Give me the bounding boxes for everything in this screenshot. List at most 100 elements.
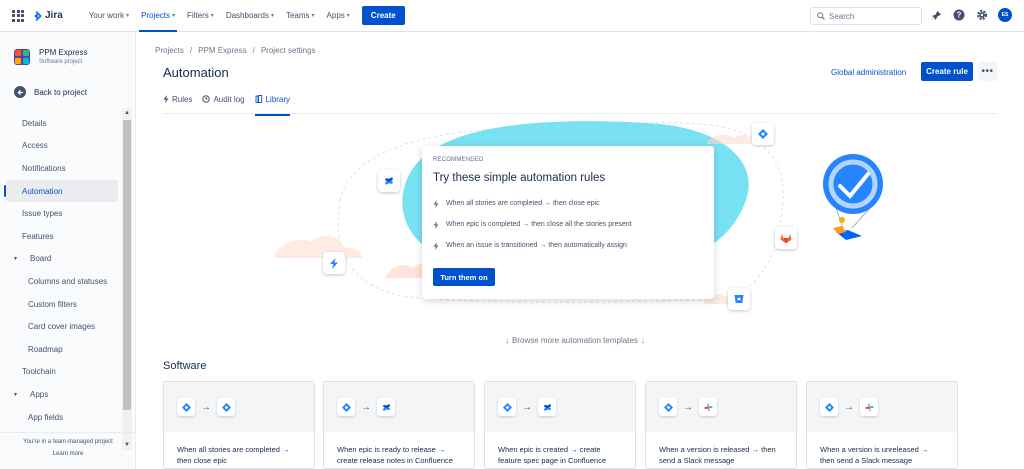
chevron-down-icon: ▾ <box>14 256 18 263</box>
jira-icon <box>820 398 838 416</box>
create-button[interactable]: Create <box>361 6 405 25</box>
sidebar-item-notifications[interactable]: Notifications <box>0 157 122 180</box>
sidebar-item-toolchain[interactable]: Toolchain <box>0 361 122 384</box>
sidebar-item-custom-filters[interactable]: Custom filters <box>0 293 122 316</box>
bitbucket-icon <box>728 288 750 310</box>
arrow-right-icon: → <box>361 401 371 413</box>
search-icon <box>817 12 825 20</box>
card-text-line: When a version is released → then <box>659 445 776 454</box>
nav-projects[interactable]: Projects ▾ <box>135 0 181 32</box>
card-text-line: send a Slack message <box>659 456 735 465</box>
template-card[interactable]: → When a version is unreleased → then sen… <box>806 381 958 469</box>
recommended-label: RECOMMENDED <box>433 157 484 163</box>
template-card[interactable]: → When epic is created → create feature s… <box>484 381 636 469</box>
tab-label: Audit log <box>213 95 245 104</box>
recommended-rule-text: When epic is completed → then close all … <box>446 221 632 228</box>
chevron-down-icon: ▾ <box>346 13 350 19</box>
breadcrumb-projects[interactable]: Projects <box>155 46 184 55</box>
tab-label: Rules <box>172 95 193 104</box>
breadcrumb-project[interactable]: PPM Express <box>198 46 246 55</box>
sidebar-item-app-fields[interactable]: App fields <box>0 406 122 422</box>
tab-label: Library <box>265 95 291 104</box>
recommended-rules-card: RECOMMENDED Try these simple automation … <box>422 146 714 299</box>
template-card[interactable]: → When epic is ready to release → create … <box>323 381 475 469</box>
gitlab-icon <box>775 227 797 249</box>
confluence-icon <box>378 170 400 192</box>
nav-apps[interactable]: Apps ▾ <box>321 0 356 32</box>
nav-dashboards[interactable]: Dashboards ▾ <box>220 0 280 32</box>
settings-gear-icon[interactable] <box>975 8 989 22</box>
sidebar-item-card-cover-images[interactable]: Card cover images <box>0 315 122 338</box>
sidebar-item-label: Features <box>22 231 54 241</box>
sidebar-group-board[interactable]: ▾ Board <box>0 248 122 271</box>
lightning-icon <box>433 220 439 229</box>
jira-logo-icon <box>34 10 42 21</box>
sidebar-item-issue-types[interactable]: Issue types <box>0 202 122 225</box>
sidebar-item-label: Custom filters <box>28 299 77 309</box>
clock-icon <box>202 95 211 103</box>
sidebar-item-label: Apps <box>30 389 49 399</box>
nav-item-label: Apps <box>326 11 345 20</box>
sidebar-item-roadmap[interactable]: Roadmap <box>0 338 122 361</box>
nav-filters[interactable]: Filters ▾ <box>181 0 220 32</box>
user-avatar[interactable]: ES <box>998 8 1012 22</box>
back-to-project-link[interactable]: Back to project <box>14 86 87 98</box>
global-administration-link[interactable]: Global administration <box>831 68 906 77</box>
app-switcher-icon[interactable] <box>12 9 24 22</box>
chevron-down-icon: ▾ <box>311 13 315 19</box>
learn-more-link[interactable]: Learn more <box>0 451 136 457</box>
browse-templates-link[interactable]: ↓ Browse more automation templates ↓ <box>505 336 645 345</box>
top-icons: ? ES <box>929 8 1012 22</box>
card-text-line: then close epic <box>177 456 228 465</box>
sidebar-item-columns-and-statuses[interactable]: Columns and statuses <box>0 270 122 293</box>
browse-label: Browse more automation templates <box>512 336 638 345</box>
scrollbar-thumb[interactable] <box>123 120 131 410</box>
card-text-line: When a version is unreleased → <box>820 445 929 454</box>
chevron-down-icon: ▾ <box>270 13 274 19</box>
project-header[interactable]: PPM Express Software project <box>14 48 87 65</box>
sidebar-item-label: Board <box>30 254 52 264</box>
sidebar-item-features[interactable]: Features <box>0 225 122 248</box>
jira-icon <box>498 398 516 416</box>
nav-your-work[interactable]: Your work ▾ <box>83 0 135 32</box>
turn-them-on-button[interactable]: Turn them on <box>433 268 495 286</box>
breadcrumb-separator: / <box>252 46 255 55</box>
top-navigation: Jira Your work ▾ Projects ▾ Filters ▾ Dashb… <box>0 0 1024 32</box>
sidebar-item-automation[interactable]: Automation <box>4 179 118 203</box>
sidebar-item-label: Automation <box>22 186 63 196</box>
sidebar-footer: You're in a team-managed project Learn m… <box>0 432 136 457</box>
sidebar-item-label: Notifications <box>22 163 66 173</box>
jira-icon <box>177 398 195 416</box>
slack-icon <box>860 398 878 416</box>
card-text-line: then send a Slack message <box>820 456 913 465</box>
create-rule-button[interactable]: Create rule <box>921 62 973 81</box>
sidebar-item-details[interactable]: Details <box>0 112 122 135</box>
chevron-down-icon: ▾ <box>14 391 18 398</box>
tab-library[interactable]: Library <box>254 95 291 116</box>
software-heading: Software <box>163 360 207 372</box>
arrow-right-icon: → <box>844 401 854 413</box>
search-placeholder: Search <box>829 11 855 21</box>
automation-tabs: Rules Audit log Library <box>163 95 997 116</box>
scroll-up-icon[interactable]: ▲ <box>122 108 132 118</box>
sidebar-scrollbar[interactable]: ▲ ▼ <box>122 108 132 450</box>
tab-audit-log[interactable]: Audit log <box>202 95 245 114</box>
jira-logo[interactable]: Jira <box>32 10 63 21</box>
more-actions-button[interactable]: ••• <box>978 62 997 81</box>
arrow-right-icon: → <box>201 401 211 413</box>
template-card[interactable]: → When all stories are completed → then c… <box>163 381 315 469</box>
sidebar-group-apps[interactable]: ▾ Apps <box>0 383 122 406</box>
breadcrumb-project-settings[interactable]: Project settings <box>261 46 316 55</box>
help-icon[interactable]: ? <box>952 8 966 22</box>
notifications-icon[interactable] <box>929 8 943 22</box>
search-input[interactable]: Search <box>810 7 922 25</box>
nav-teams[interactable]: Teams ▾ <box>280 0 321 32</box>
tab-rules[interactable]: Rules <box>163 95 192 114</box>
sidebar-item-label: Toolchain <box>22 367 56 377</box>
sidebar-item-access[interactable]: Access <box>0 135 122 158</box>
page-title: Automation <box>163 65 229 80</box>
card-text-line: create release notes in Confluence <box>337 456 453 465</box>
template-card[interactable]: → When a version is released → then send … <box>645 381 797 469</box>
sidebar-item-label: Columns and statuses <box>28 276 108 286</box>
confluence-icon <box>538 398 556 416</box>
